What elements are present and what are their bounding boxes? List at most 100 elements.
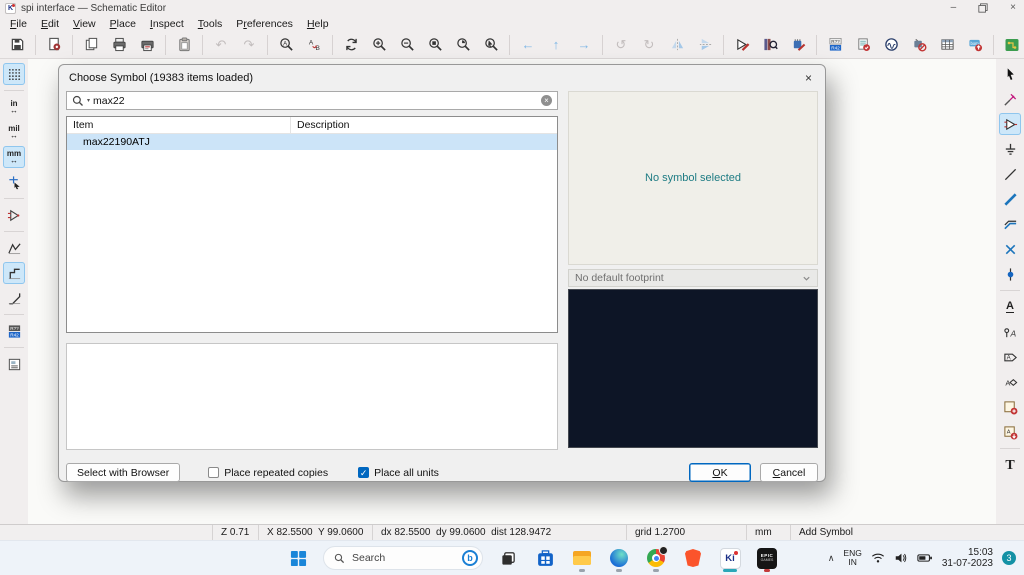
nav-forward-icon[interactable]: → (571, 33, 597, 57)
ok-button[interactable]: OK (689, 463, 751, 482)
nav-up-icon[interactable]: ↑ (543, 33, 569, 57)
sketch-free-angle-icon[interactable] (3, 237, 25, 259)
menu-place[interactable]: Place (103, 18, 143, 30)
symbol-fields-table-icon[interactable] (934, 33, 960, 57)
junction-icon[interactable] (999, 263, 1021, 285)
probe-icon[interactable] (906, 33, 932, 57)
menu-view[interactable]: View (66, 18, 103, 30)
zoom-in-icon[interactable] (366, 33, 392, 57)
hierarchy-navigator-icon[interactable] (3, 353, 25, 375)
battery-icon[interactable] (917, 552, 933, 564)
paste-icon[interactable] (171, 33, 197, 57)
microsoft-store-icon[interactable] (533, 543, 557, 573)
brave-icon[interactable] (681, 543, 705, 573)
zoom-fit-icon[interactable] (422, 33, 448, 57)
text-icon[interactable]: T (999, 454, 1021, 476)
simulator-icon[interactable] (878, 33, 904, 57)
undo-icon[interactable]: ↶ (208, 33, 234, 57)
unit-inches-icon[interactable]: in ↔ (3, 96, 25, 118)
symbol-list-row-selected[interactable]: max22190ATJ (67, 134, 557, 150)
column-header-description[interactable]: Description (291, 119, 557, 131)
search-clear-icon[interactable]: × (541, 95, 552, 106)
task-view-icon[interactable] (496, 543, 520, 573)
taskbar-search[interactable]: Search b (323, 546, 483, 570)
snap-cursor-icon[interactable] (3, 171, 25, 193)
netclass-directive-icon[interactable]: A (999, 321, 1021, 343)
mirror-vertical-icon[interactable] (692, 33, 718, 57)
annotate-auto-icon[interactable]: R?? R42 (3, 320, 25, 342)
menu-help[interactable]: Help (300, 18, 336, 30)
redo-icon[interactable]: ↷ (236, 33, 262, 57)
new-sheet-icon[interactable] (78, 33, 104, 57)
symbol-editor-icon[interactable] (729, 33, 755, 57)
zoom-out-icon[interactable] (394, 33, 420, 57)
unit-mm-icon[interactable]: mm ↔ (3, 146, 25, 168)
hierarchical-sheet-icon[interactable] (999, 396, 1021, 418)
sheet-pin-icon[interactable]: A (999, 421, 1021, 443)
refresh-icon[interactable] (338, 33, 364, 57)
column-header-item[interactable]: Item (67, 117, 291, 133)
highlight-net-icon[interactable] (999, 88, 1021, 110)
save-icon[interactable] (4, 33, 30, 57)
maximize-button[interactable] (978, 3, 988, 13)
print-icon[interactable] (106, 33, 132, 57)
crossprobe-icon[interactable] (3, 204, 25, 226)
language-indicator[interactable]: ENG IN (843, 549, 861, 567)
nav-back-icon[interactable]: ← (515, 33, 541, 57)
start-button[interactable] (286, 543, 310, 573)
checkbox-unchecked-icon[interactable] (208, 467, 220, 478)
draw-bus-icon[interactable] (999, 188, 1021, 210)
hierarchical-label-icon[interactable]: A (999, 371, 1021, 393)
close-button[interactable]: × (1010, 3, 1016, 13)
plot-icon[interactable] (134, 33, 160, 57)
place-symbol-icon[interactable] (999, 113, 1021, 135)
mirror-horizontal-icon[interactable] (664, 33, 690, 57)
dialog-close-icon[interactable]: × (802, 71, 815, 85)
zoom-objects-icon[interactable] (450, 33, 476, 57)
net-label-icon[interactable]: A (999, 296, 1021, 318)
footprint-select[interactable]: No default footprint (568, 269, 818, 287)
checkbox-checked-icon[interactable]: ✓ (358, 467, 370, 478)
kicad-taskbar-icon[interactable]: Ki (718, 543, 742, 573)
menu-file[interactable]: File (3, 18, 34, 30)
schematic-canvas[interactable]: Choose Symbol (19383 items loaded) × ▾ × (28, 59, 996, 524)
sketch-90-degree-icon[interactable] (3, 262, 25, 284)
place-power-port-icon[interactable] (999, 138, 1021, 160)
edge-icon[interactable] (607, 543, 631, 573)
annotate-icon[interactable]: R?? R42 (822, 33, 848, 57)
place-all-units-option[interactable]: ✓ Place all units (358, 467, 439, 479)
search-options-caret-icon[interactable]: ▾ (87, 97, 90, 104)
tray-expand-icon[interactable]: ∧ (828, 553, 835, 564)
bom-icon[interactable]: bom (962, 33, 988, 57)
menu-preferences[interactable]: Preferences (229, 18, 300, 30)
symbol-library-browser-icon[interactable] (757, 33, 783, 57)
menu-edit[interactable]: Edit (34, 18, 66, 30)
draw-wire-icon[interactable] (999, 163, 1021, 185)
wifi-icon[interactable] (871, 552, 885, 564)
rotate-cw-icon[interactable]: ↻ (636, 33, 662, 57)
file-explorer-icon[interactable] (570, 543, 594, 573)
speaker-icon[interactable] (894, 552, 908, 564)
select-with-browser-button[interactable]: Select with Browser (66, 463, 181, 482)
find-replace-icon[interactable]: AB (301, 33, 327, 57)
cancel-button[interactable]: Cancel (760, 463, 818, 482)
place-repeated-copies-option[interactable]: Place repeated copies (208, 467, 328, 479)
global-label-icon[interactable]: A (999, 346, 1021, 368)
notification-badge[interactable]: 3 (1002, 551, 1016, 565)
wire-to-bus-entry-icon[interactable] (999, 213, 1021, 235)
grid-dots-icon[interactable] (3, 63, 25, 85)
epic-games-icon[interactable]: EPIC GAMES (755, 543, 779, 573)
pcb-editor-icon[interactable] (999, 33, 1024, 57)
schematic-setup-icon[interactable] (41, 33, 67, 57)
menu-inspect[interactable]: Inspect (143, 18, 191, 30)
unit-mils-icon[interactable]: mil ↔ (3, 121, 25, 143)
symbol-search-input[interactable] (93, 94, 538, 107)
select-arrow-icon[interactable] (999, 63, 1021, 85)
clock[interactable]: 15:03 31-07-2023 (942, 547, 993, 569)
zoom-selection-icon[interactable] (478, 33, 504, 57)
no-connect-icon[interactable] (999, 238, 1021, 260)
minimize-button[interactable]: – (951, 3, 957, 13)
find-icon[interactable]: A (273, 33, 299, 57)
footprint-editor-icon[interactable] (785, 33, 811, 57)
chrome-icon[interactable] (644, 543, 668, 573)
